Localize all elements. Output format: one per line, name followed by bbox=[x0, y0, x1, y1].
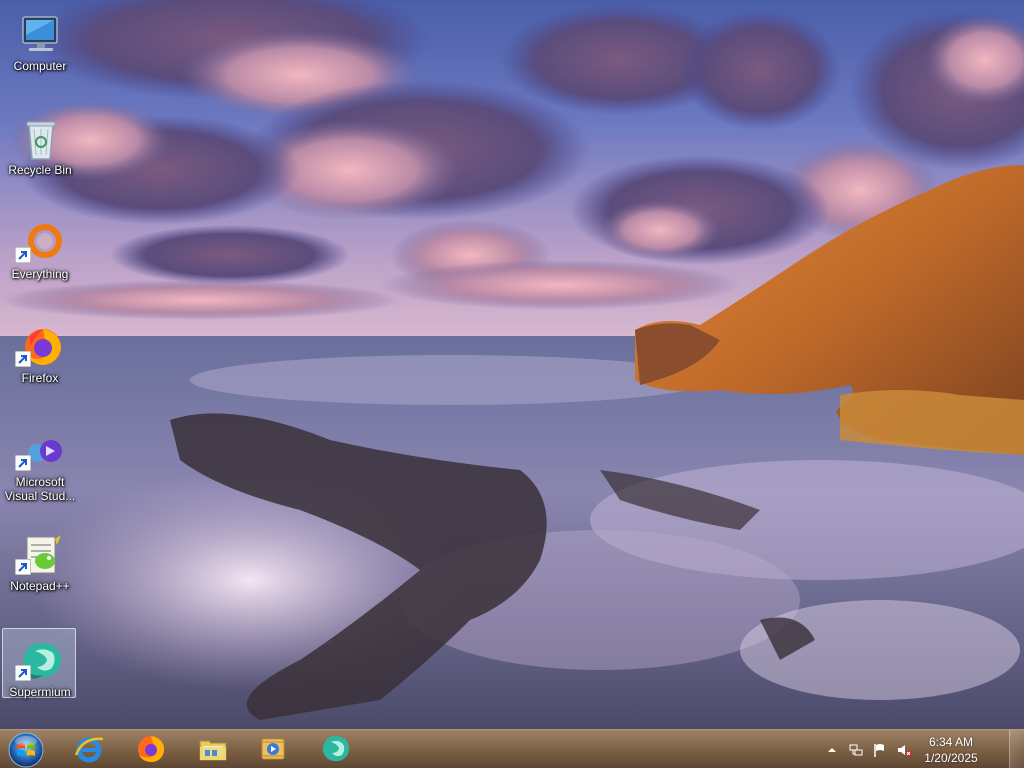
shortcut-arrow-icon bbox=[14, 664, 32, 682]
taskbar-supermium-button[interactable] bbox=[308, 731, 362, 767]
network-icon bbox=[849, 744, 863, 755]
desktop-wallpaper bbox=[0, 0, 1024, 729]
taskbar-file-explorer-button[interactable] bbox=[186, 731, 240, 767]
volume-muted-icon bbox=[898, 744, 912, 756]
desktop-icon-visual-studio[interactable]: Microsoft Visual Stud... bbox=[2, 418, 76, 514]
volume-button[interactable] bbox=[895, 741, 913, 759]
desktop-icon-label: Supermium bbox=[9, 685, 71, 699]
flag-icon bbox=[874, 743, 884, 757]
clock-date: 1/20/2025 bbox=[924, 750, 978, 765]
taskbar-firefox-button[interactable] bbox=[124, 731, 178, 767]
show-hidden-icons-button[interactable] bbox=[823, 741, 841, 759]
shortcut-arrow-icon bbox=[14, 454, 32, 472]
desktop-icon-label: Microsoft Visual Stud... bbox=[4, 475, 76, 503]
computer-icon bbox=[17, 11, 65, 59]
shortcut-arrow-icon bbox=[14, 558, 32, 576]
system-tray: 6:34 AM 1/20/2025 bbox=[820, 730, 986, 769]
internet-explorer-icon bbox=[74, 737, 104, 763]
desktop-icon-label: Firefox bbox=[21, 371, 59, 385]
shortcut-arrow-icon bbox=[14, 350, 32, 368]
taskbar-internet-explorer-button[interactable] bbox=[62, 731, 116, 767]
recycle-bin-icon bbox=[17, 115, 65, 163]
desktop-icon-recycle-bin[interactable]: Recycle Bin bbox=[2, 106, 76, 202]
desktop-icon-label: Recycle Bin bbox=[8, 163, 72, 177]
media-player-icon bbox=[261, 738, 285, 760]
desktop-icon-notepad-plus-plus[interactable]: Notepad++ bbox=[2, 522, 76, 618]
network-button[interactable] bbox=[847, 741, 865, 759]
clock[interactable]: 6:34 AM 1/20/2025 bbox=[916, 734, 986, 766]
show-desktop-button[interactable] bbox=[1009, 730, 1024, 769]
clock-time: 6:34 AM bbox=[928, 734, 974, 749]
taskbar: 6:34 AM 1/20/2025 bbox=[0, 729, 1024, 769]
desktop-icon-computer[interactable]: Computer bbox=[2, 2, 76, 98]
desktop-icon-label: Everything bbox=[11, 267, 69, 281]
desktop-icon-firefox[interactable]: Firefox bbox=[2, 314, 76, 410]
desktop-icon-label: Computer bbox=[13, 59, 67, 73]
firefox-icon bbox=[138, 736, 165, 762]
chevron-up-icon bbox=[828, 747, 836, 752]
desktop-icon-supermium[interactable]: Supermium bbox=[2, 628, 76, 699]
folder-icon bbox=[199, 740, 227, 761]
desktop-icon-label: Notepad++ bbox=[10, 579, 70, 593]
action-center-button[interactable] bbox=[871, 741, 889, 759]
shortcut-arrow-icon bbox=[14, 246, 32, 264]
desktop-icon-everything[interactable]: Everything bbox=[2, 210, 76, 306]
start-orb-icon bbox=[8, 732, 44, 768]
start-button[interactable] bbox=[6, 731, 46, 769]
supermium-icon bbox=[322, 736, 349, 762]
taskbar-media-player-button[interactable] bbox=[246, 731, 300, 767]
